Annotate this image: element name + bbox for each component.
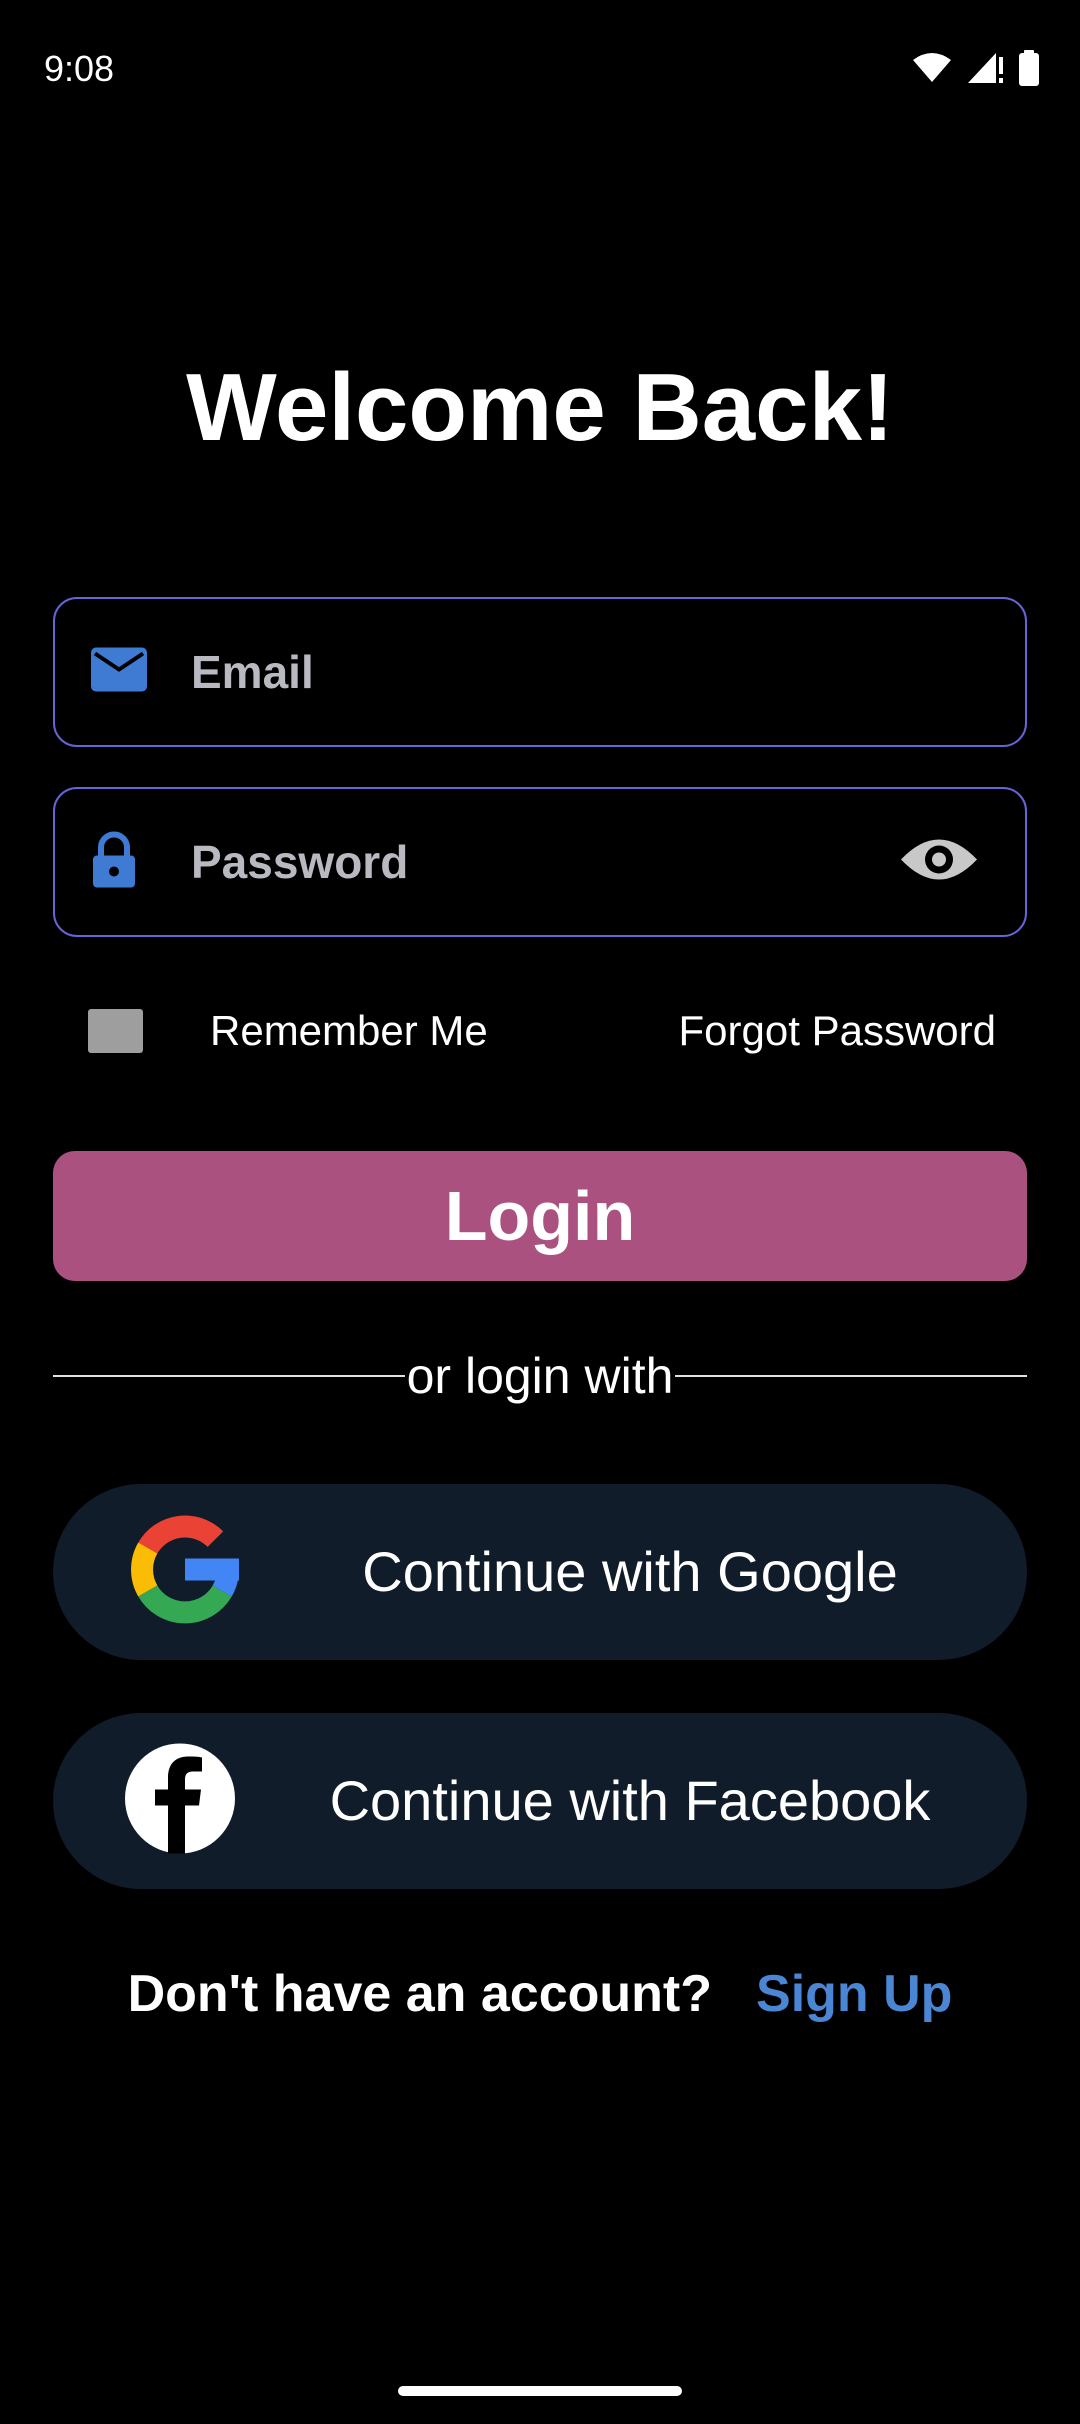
divider-line-left: [53, 1375, 405, 1377]
facebook-icon: [125, 1743, 235, 1859]
wifi-icon: [913, 53, 951, 82]
lock-icon: [91, 831, 137, 893]
home-indicator[interactable]: [398, 2386, 682, 2396]
remember-me-checkbox[interactable]: [88, 1009, 143, 1053]
email-field[interactable]: [53, 597, 1027, 747]
status-time: 9:08: [44, 48, 115, 89]
google-icon: [125, 1510, 245, 1635]
login-button[interactable]: Login: [53, 1151, 1027, 1281]
signup-row: Don't have an account? Sign Up: [0, 1962, 1080, 2026]
cellular-signal-icon: [968, 53, 1003, 83]
status-icons: [912, 50, 1040, 86]
facebook-button-label: Continue with Facebook: [329, 1769, 931, 1832]
password-field[interactable]: [53, 787, 1027, 937]
continue-with-facebook-button[interactable]: Continue with Facebook: [53, 1713, 1027, 1889]
signup-prompt: Don't have an account?: [127, 1965, 713, 2023]
divider-line-right: [675, 1375, 1028, 1377]
status-bar: 9:08: [0, 0, 1080, 140]
mail-icon: [91, 647, 147, 697]
email-input[interactable]: [191, 599, 911, 745]
divider-text: or login with: [406, 1348, 674, 1404]
password-input[interactable]: [191, 789, 911, 935]
sign-up-link[interactable]: Sign Up: [756, 1965, 952, 2023]
remember-me-label: Remember Me: [210, 1007, 488, 1054]
continue-with-google-button[interactable]: Continue with Google: [53, 1484, 1027, 1660]
battery-icon: [1019, 50, 1039, 86]
eye-icon[interactable]: [899, 834, 979, 891]
or-login-divider: or login with: [53, 1340, 1028, 1412]
google-button-label: Continue with Google: [362, 1540, 898, 1603]
page-title: Welcome Back!: [186, 354, 894, 461]
forgot-password-link[interactable]: Forgot Password: [679, 1005, 996, 1057]
